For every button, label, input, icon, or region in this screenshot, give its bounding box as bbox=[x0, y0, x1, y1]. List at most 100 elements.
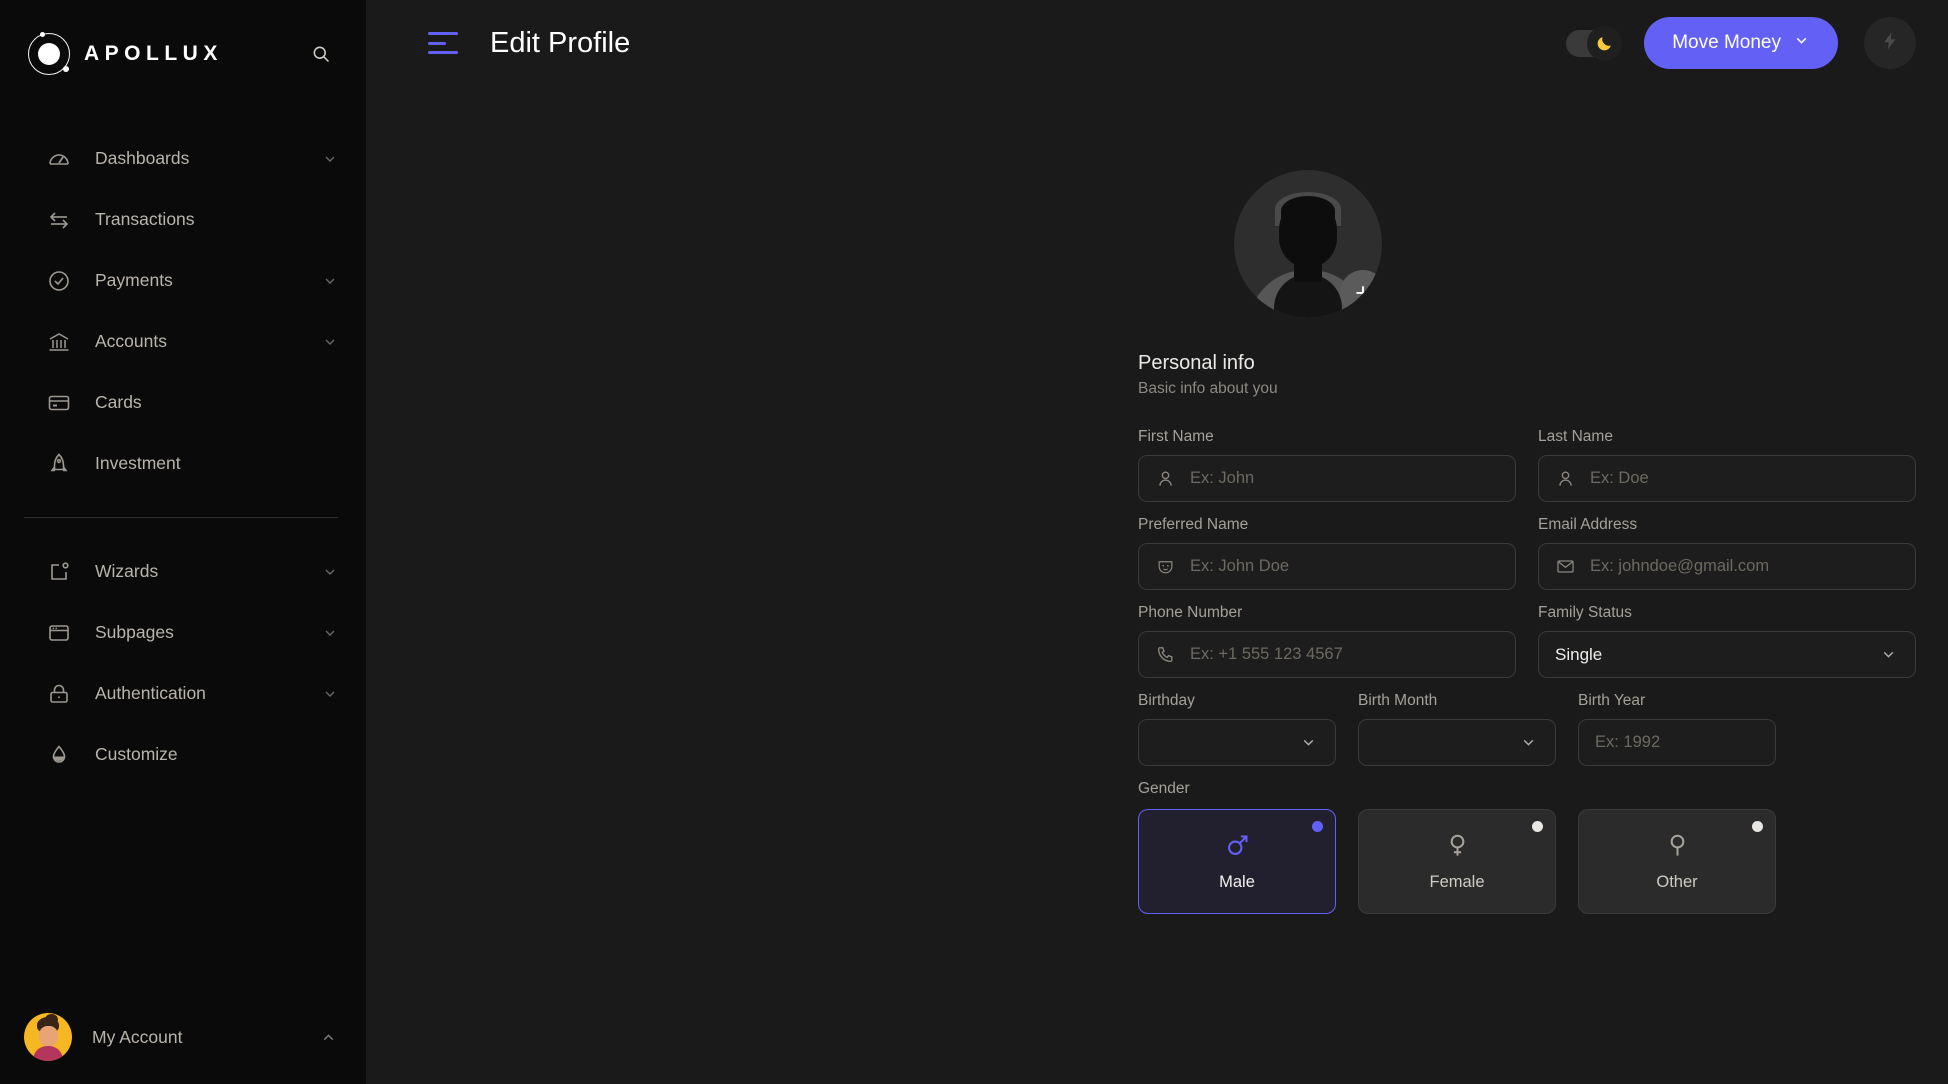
sidebar-item-dashboards[interactable]: Dashboards bbox=[0, 128, 366, 189]
sidebar-item-label: Cards bbox=[95, 392, 142, 412]
sidebar-item-label: Transactions bbox=[95, 209, 195, 229]
placeholder: Ex: John bbox=[1190, 469, 1255, 487]
sidebar-item-label: Subpages bbox=[95, 622, 174, 642]
quick-action-button[interactable] bbox=[1864, 17, 1916, 69]
speedometer-icon bbox=[46, 146, 72, 172]
gender-label: Female bbox=[1429, 872, 1485, 891]
user-icon bbox=[1155, 468, 1176, 489]
profile-form: First Name Ex: John Last Name Ex: Doe Pr… bbox=[1138, 428, 1948, 914]
chevron-down-icon bbox=[322, 151, 338, 167]
birth-year-input[interactable]: Ex: 1992 bbox=[1578, 719, 1776, 766]
orbit-logo-icon bbox=[28, 32, 70, 75]
placeholder: Ex: 1992 bbox=[1595, 733, 1661, 751]
birthday-select[interactable] bbox=[1138, 719, 1336, 766]
email-input[interactable]: Ex: johndoe@gmail.com bbox=[1538, 543, 1916, 590]
theme-toggle[interactable] bbox=[1566, 25, 1623, 61]
avatar-upload-wrap: + bbox=[1234, 170, 1948, 318]
sidebar-nav: Dashboards Transactions Payments Account… bbox=[0, 108, 366, 785]
placeholder: Ex: Doe bbox=[1590, 469, 1649, 487]
form-row-birth: Birthday Birth Month Birth Year Ex: 1992 bbox=[1138, 692, 1948, 766]
field-birthday: Birthday bbox=[1138, 692, 1336, 766]
field-label: First Name bbox=[1138, 428, 1214, 445]
sidebar-item-investment[interactable]: Investment bbox=[0, 433, 366, 494]
sidebar-item-authentication[interactable]: Authentication bbox=[0, 663, 366, 724]
section-title: Personal info bbox=[1138, 352, 1255, 374]
sidebar-item-transactions[interactable]: Transactions bbox=[0, 189, 366, 250]
field-label: Family Status bbox=[1538, 604, 1632, 621]
radio-dot bbox=[1312, 821, 1323, 832]
sidebar-item-accounts[interactable]: Accounts bbox=[0, 311, 366, 372]
brand-row: APOLLUX bbox=[0, 0, 366, 108]
lock-icon bbox=[46, 681, 72, 707]
sidebar-divider bbox=[24, 517, 338, 518]
rocket-icon bbox=[46, 451, 72, 477]
sidebar-item-label: Dashboards bbox=[95, 148, 190, 168]
chevron-down-icon bbox=[322, 273, 338, 289]
gender-option-female[interactable]: Female bbox=[1358, 809, 1556, 914]
hamburger-menu-icon[interactable] bbox=[428, 32, 458, 54]
section-header: Personal info Basic info about you bbox=[1138, 352, 1948, 398]
move-money-button[interactable]: Move Money bbox=[1644, 17, 1838, 69]
field-first-name: First Name Ex: John bbox=[1138, 428, 1516, 502]
mask-icon bbox=[1155, 556, 1176, 577]
field-label: Birth Year bbox=[1578, 692, 1646, 709]
preferred-name-input[interactable]: Ex: John Doe bbox=[1138, 543, 1516, 590]
sidebar-item-subpages[interactable]: Subpages bbox=[0, 602, 366, 663]
placeholder: Ex: +1 555 123 4567 bbox=[1190, 645, 1343, 663]
chevron-down-icon bbox=[1300, 734, 1317, 751]
sidebar-item-wizards[interactable]: Wizards bbox=[0, 541, 366, 602]
main-area: Edit Profile Move Money + Personal info … bbox=[366, 0, 1948, 1084]
credit-card-icon bbox=[46, 390, 72, 416]
chevron-down-icon bbox=[322, 686, 338, 702]
gender-options: Male Female Other bbox=[1138, 809, 1948, 914]
gender-option-other[interactable]: Other bbox=[1578, 809, 1776, 914]
field-last-name: Last Name Ex: Doe bbox=[1538, 428, 1916, 502]
chevron-down-icon bbox=[1793, 32, 1810, 55]
bank-icon bbox=[46, 329, 72, 355]
section-subtitle: Basic info about you bbox=[1138, 380, 1278, 397]
genderless-icon bbox=[1664, 832, 1691, 864]
avatar bbox=[24, 1013, 72, 1061]
sidebar-item-cards[interactable]: Cards bbox=[0, 372, 366, 433]
check-circle-icon bbox=[46, 268, 72, 294]
user-placeholder-avatar[interactable]: + bbox=[1234, 170, 1382, 318]
wizard-square-icon bbox=[46, 559, 72, 585]
birth-month-select[interactable] bbox=[1358, 719, 1556, 766]
venus-icon bbox=[1444, 832, 1471, 864]
sidebar-item-label: Authentication bbox=[95, 683, 206, 703]
form-row-names: First Name Ex: John Last Name Ex: Doe bbox=[1138, 428, 1948, 502]
field-email: Email Address Ex: johndoe@gmail.com bbox=[1538, 516, 1916, 590]
move-money-label: Move Money bbox=[1672, 32, 1781, 53]
moon-icon bbox=[1587, 25, 1623, 61]
sidebar-item-label: Customize bbox=[95, 744, 178, 764]
app-root: APOLLUX Dashboards Transactions Payments… bbox=[0, 0, 1948, 1084]
brand-name: APOLLUX bbox=[84, 42, 223, 65]
search-icon[interactable] bbox=[308, 41, 334, 67]
phone-input[interactable]: Ex: +1 555 123 4567 bbox=[1138, 631, 1516, 678]
family-status-select[interactable]: Single bbox=[1538, 631, 1916, 678]
account-label: My Account bbox=[92, 1026, 183, 1047]
last-name-input[interactable]: Ex: Doe bbox=[1538, 455, 1916, 502]
field-label: Birthday bbox=[1138, 692, 1195, 709]
chevron-up-icon bbox=[320, 1029, 336, 1045]
field-label: Gender bbox=[1138, 780, 1190, 797]
chevron-down-icon bbox=[322, 564, 338, 580]
first-name-input[interactable]: Ex: John bbox=[1138, 455, 1516, 502]
user-icon bbox=[1555, 468, 1576, 489]
gender-label: Male bbox=[1219, 872, 1255, 891]
gender-option-male[interactable]: Male bbox=[1138, 809, 1336, 914]
field-preferred-name: Preferred Name Ex: John Doe bbox=[1138, 516, 1516, 590]
topbar-actions: Move Money bbox=[1566, 17, 1916, 69]
field-birth-year: Birth Year Ex: 1992 bbox=[1578, 692, 1776, 766]
chevron-down-icon bbox=[322, 334, 338, 350]
field-family-status: Family Status Single bbox=[1538, 604, 1916, 678]
radio-dot bbox=[1752, 821, 1763, 832]
page-title: Edit Profile bbox=[490, 26, 631, 59]
form-row-phone-family: Phone Number Ex: +1 555 123 4567 Family … bbox=[1138, 604, 1948, 678]
sidebar-item-customize[interactable]: Customize bbox=[0, 724, 366, 785]
phone-icon bbox=[1155, 644, 1176, 665]
sidebar-item-my-account[interactable]: My Account bbox=[0, 990, 366, 1084]
sidebar-item-payments[interactable]: Payments bbox=[0, 250, 366, 311]
chevron-down-icon bbox=[322, 625, 338, 641]
add-photo-button[interactable]: + bbox=[1340, 270, 1382, 316]
